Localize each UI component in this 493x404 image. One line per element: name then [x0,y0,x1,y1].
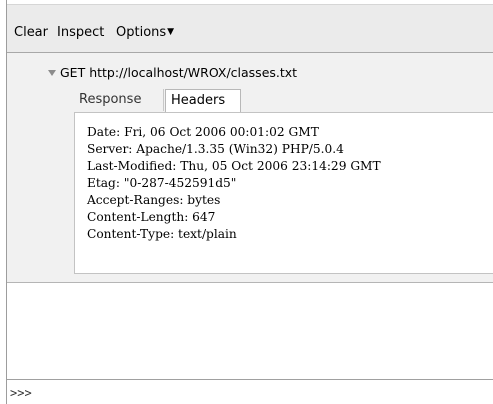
console-toolbar: Clear Inspect Options▼ [7,5,493,53]
request-row[interactable]: GET http://localhost/WROX/classes.txt [48,65,297,80]
command-input[interactable] [37,382,491,402]
tab-response[interactable]: Response [74,89,164,111]
header-line: Etag: "0-287-452591d5" [87,176,237,190]
response-headers-box: Date: Fri, 06 Oct 2006 00:01:02 GMT Serv… [74,112,493,274]
header-line: Accept-Ranges: bytes [87,193,221,207]
options-label: Options [116,25,167,40]
command-line: >>> [7,380,493,404]
request-url[interactable]: GET http://localhost/WROX/classes.txt [60,65,297,80]
header-line: Server: Apache/1.3.35 (Win32) PHP/5.0.4 [87,142,344,156]
header-line: Date: Fri, 06 Oct 2006 00:01:02 GMT [87,125,319,139]
clear-button[interactable]: Clear [14,25,48,40]
tab-headers[interactable]: Headers [165,89,241,113]
expand-toggle-icon[interactable] [48,70,56,76]
request-entry: GET http://localhost/WROX/classes.txt Re… [7,53,493,283]
console-output-area [7,283,493,379]
inspect-button[interactable]: Inspect [57,25,104,40]
options-menu-button[interactable]: Options▼ [116,25,174,40]
chevron-down-icon: ▼ [167,27,175,37]
firebug-console-panel: Clear Inspect Options▼ GET http://localh… [6,0,493,404]
header-line: Last-Modified: Thu, 05 Oct 2006 23:14:29… [87,159,381,173]
header-line: Content-Type: text/plain [87,227,237,241]
header-line: Content-Length: 647 [87,210,216,224]
command-prompt: >>> [10,386,32,400]
